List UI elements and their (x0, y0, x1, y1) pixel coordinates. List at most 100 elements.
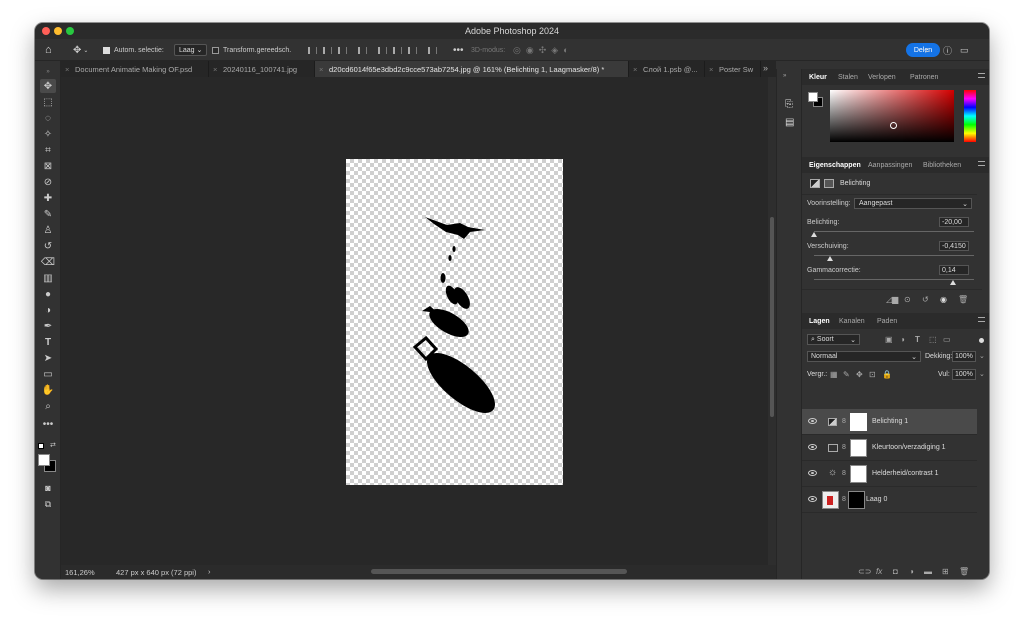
blend-mode-dropdown[interactable]: Normaal ⌄ (807, 351, 921, 362)
tab-document-animatie[interactable]: × Document Animatie Making OF.psd (61, 61, 209, 77)
layer-name[interactable]: Laag 0 (866, 496, 887, 503)
new-group-icon[interactable]: ▬ (924, 567, 932, 576)
tab-aanpassingen[interactable]: Aanpassingen (868, 157, 912, 173)
tab-paden[interactable]: Paden (877, 313, 897, 329)
zoom-tool-icon[interactable]: ⌕ (40, 399, 56, 413)
layer-mask-icon[interactable] (824, 179, 834, 188)
view-previous-state-icon[interactable]: ⊙ (904, 295, 911, 304)
path-selection-tool-icon[interactable]: ➤ (40, 351, 56, 365)
visibility-eye-icon[interactable] (808, 444, 817, 450)
chevron-right-icon[interactable]: › (208, 567, 211, 576)
magic-wand-tool-icon[interactable]: ✧ (40, 127, 56, 141)
offset-slider[interactable] (814, 255, 974, 256)
layer-row-helderheid[interactable]: ☼ 8 Helderheid/contrast 1 (802, 461, 977, 487)
panel-menu-icon[interactable] (978, 161, 985, 166)
close-tab-icon[interactable]: × (633, 65, 637, 74)
vertical-scrollbar[interactable] (768, 77, 776, 565)
layer-thumbnail[interactable] (822, 491, 839, 509)
reset-icon[interactable]: ↺ (922, 295, 929, 304)
link-icon[interactable]: 8 (842, 418, 846, 425)
filter-adjustment-icon[interactable]: ◑ (900, 335, 905, 344)
zoom-level[interactable]: 161,26% (65, 568, 95, 577)
screen-mode-icon[interactable]: ⧉ (40, 497, 56, 511)
panel-menu-icon[interactable] (978, 73, 985, 78)
layer-mask-thumbnail[interactable] (850, 413, 867, 431)
fill-input[interactable]: 100% (952, 369, 976, 380)
filter-type-icon[interactable]: T (915, 335, 920, 344)
filter-smart-object-icon[interactable]: ▭ (943, 335, 951, 344)
new-layer-icon[interactable]: ⊞ (942, 567, 949, 576)
color-picker-ring[interactable] (890, 122, 897, 129)
help-icon[interactable]: ⓘ (943, 39, 952, 61)
align-center-icon[interactable] (323, 46, 332, 54)
offset-slider-thumb[interactable] (827, 256, 833, 261)
opacity-input[interactable]: 100% (952, 351, 976, 362)
move-tool-icon[interactable]: ✥ (40, 79, 56, 93)
distribute-vertical-icon[interactable] (428, 46, 437, 54)
history-panel-icon[interactable]: ⎘ (785, 99, 793, 110)
tab-eigenschappen[interactable]: Eigenschappen (809, 157, 861, 173)
exposure-slider[interactable] (814, 231, 974, 232)
tab-patronen[interactable]: Patronen (910, 69, 938, 85)
tab-active-document[interactable]: × d20cd6014f65e3dbd2c9cce573ab7254.jpg @… (315, 61, 629, 77)
default-colors-icon[interactable] (38, 443, 44, 449)
search-icon[interactable]: ⌕ (925, 39, 931, 61)
dodge-tool-icon[interactable]: ◑ (40, 303, 56, 317)
lasso-tool-icon[interactable]: ◌ (40, 111, 56, 125)
rectangle-tool-icon[interactable]: ▭ (40, 367, 56, 381)
tab-20240116[interactable]: × 20240116_100741.jpg (209, 61, 315, 77)
transform-toggle[interactable]: Transform.gereedsch. (212, 39, 291, 61)
align-right-icon[interactable] (338, 46, 347, 54)
more-options-icon[interactable]: ••• (453, 39, 464, 61)
eyedropper-tool-icon[interactable]: ⊘ (40, 175, 56, 189)
tab-kanalen[interactable]: Kanalen (839, 313, 865, 329)
layer-filter-dropdown[interactable]: ⌕ Soort ⌄ (807, 334, 860, 345)
move-tool-icon[interactable]: ✥ ⌄ (73, 39, 88, 61)
comments-panel-icon[interactable]: ▤ (785, 117, 794, 128)
hand-tool-icon[interactable]: ✋ (40, 383, 56, 397)
canvas-area[interactable] (61, 77, 776, 565)
lock-all-icon[interactable]: 🔒 (882, 370, 892, 379)
align-top-icon[interactable] (378, 46, 387, 54)
gamma-input[interactable]: 0,14 (939, 265, 969, 275)
horizontal-scroll-thumb[interactable] (371, 569, 627, 574)
history-brush-tool-icon[interactable]: ↺ (40, 239, 56, 253)
brush-tool-icon[interactable]: ✎ (40, 207, 56, 221)
tab-kleur[interactable]: Kleur (809, 69, 827, 85)
tab-poster[interactable]: × Poster Sw (705, 61, 761, 77)
layer-row-kleurtoon[interactable]: 8 Kleurtoon/verzadiging 1 (802, 435, 977, 461)
lock-transparent-icon[interactable]: ▦ (830, 370, 838, 379)
layer-mask-thumbnail[interactable] (848, 491, 865, 509)
3d-tools-icons[interactable]: ◎◉✣◈◐ (513, 39, 574, 61)
align-bottom-icon[interactable] (408, 46, 417, 54)
layer-row-belichting[interactable]: 8 Belichting 1 (802, 409, 977, 435)
chevron-down-icon[interactable]: ⌄ (979, 352, 985, 360)
clip-to-layer-icon[interactable]: ◿▆ (886, 295, 898, 304)
healing-brush-tool-icon[interactable]: ✚ (40, 191, 56, 205)
tab-stalen[interactable]: Stalen (838, 69, 858, 85)
swap-colors-icon[interactable]: ⇄ (50, 441, 56, 449)
document-canvas[interactable] (346, 159, 563, 485)
frame-tool-icon[interactable]: ⊠ (40, 159, 56, 173)
link-icon[interactable]: 8 (842, 444, 846, 451)
collapse-icon[interactable]: » (40, 65, 56, 79)
visibility-eye-icon[interactable] (808, 470, 817, 476)
close-tab-icon[interactable]: × (65, 65, 69, 74)
type-tool-icon[interactable]: T (40, 335, 56, 349)
filter-pixel-icon[interactable]: ▣ (885, 335, 893, 344)
close-tab-icon[interactable]: × (213, 65, 217, 74)
exposure-input[interactable]: -20,00 (939, 217, 969, 227)
hue-slider[interactable] (964, 90, 976, 142)
lock-image-icon[interactable]: ✎ (843, 370, 850, 379)
filter-toggle-icon[interactable] (979, 338, 984, 343)
tab-bibliotheken[interactable]: Bibliotheken (923, 157, 961, 173)
auto-select-checkbox[interactable] (103, 46, 110, 54)
layer-name[interactable]: Kleurtoon/verzadiging 1 (872, 444, 946, 451)
gradient-tool-icon[interactable]: ▥ (40, 271, 56, 285)
home-icon[interactable]: ⌂ (45, 39, 52, 61)
chevron-down-icon[interactable]: ⌄ (979, 370, 985, 378)
foreground-color-swatch[interactable] (38, 454, 50, 466)
pen-tool-icon[interactable]: ✒ (40, 319, 56, 333)
distribute-icon[interactable] (358, 46, 367, 54)
workspace-icon[interactable]: ▭ (960, 39, 969, 61)
